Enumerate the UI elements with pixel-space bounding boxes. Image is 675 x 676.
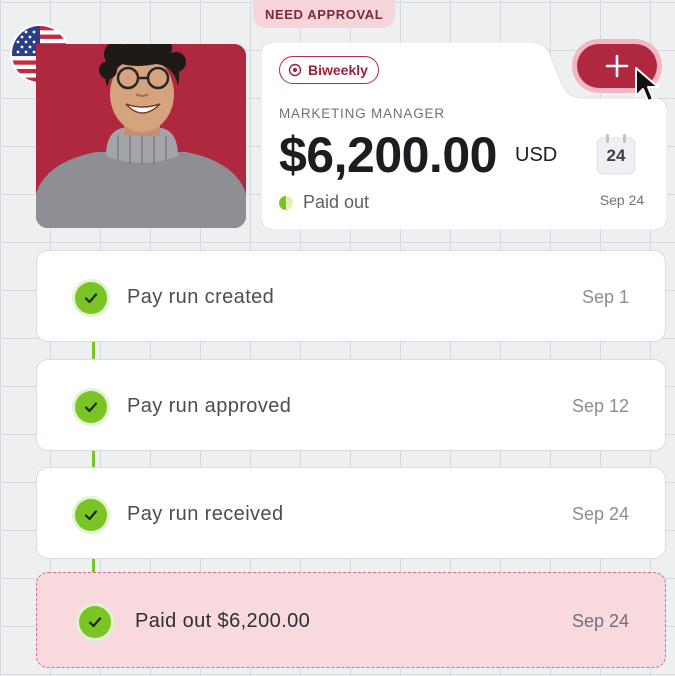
check-icon (79, 606, 111, 638)
frequency-label: Biweekly (308, 62, 368, 78)
profile-photo (36, 44, 246, 228)
target-icon (288, 63, 302, 77)
step-label: Pay run approved (127, 395, 292, 417)
check-icon (75, 391, 107, 423)
step-date: Sep 1 (581, 287, 629, 307)
plus-icon (605, 54, 629, 78)
timeline-step-paid-out: Paid out $6,200.00 Sep 24 (36, 572, 666, 668)
timeline-step-approved: Pay run approved Sep 12 (36, 359, 666, 451)
currency-code: USD (515, 144, 558, 166)
status-label: Paid out (303, 192, 370, 212)
check-icon (75, 499, 107, 531)
pay-date: Sep 24 (599, 192, 645, 208)
need-approval-badge: NEED APPROVAL (253, 0, 396, 28)
step-date: Sep 24 (571, 611, 629, 631)
calendar-day: 24 (606, 146, 626, 165)
step-label: Paid out $6,200.00 (135, 610, 311, 632)
check-icon (75, 282, 107, 314)
step-label: Pay run received (127, 503, 284, 525)
payment-status: Paid out (279, 192, 369, 213)
timeline-step-received: Pay run received Sep 24 (36, 467, 666, 559)
timeline-step-created: Pay run created Sep 1 (36, 250, 666, 342)
step-label: Pay run created (127, 286, 275, 308)
salary-amount: $6,200.00 (279, 127, 497, 183)
mouse-pointer-icon (635, 67, 659, 102)
job-title: MARKETING MANAGER (279, 106, 445, 121)
frequency-tag: Biweekly (279, 56, 379, 84)
step-date: Sep 24 (571, 504, 629, 524)
status-dot-icon (279, 195, 293, 210)
step-date: Sep 12 (571, 396, 629, 416)
